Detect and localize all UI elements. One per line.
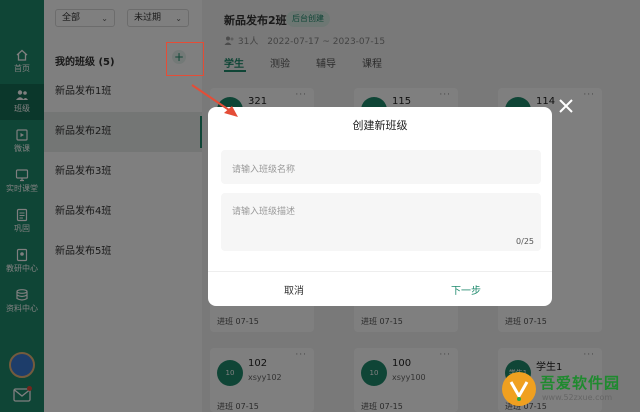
- class-description-placeholder: 请输入班级描述: [232, 207, 296, 217]
- watermark-url: www.52zxue.com: [542, 393, 613, 402]
- watermark: 吾爱软件园 www.52zxue.com: [502, 368, 638, 410]
- dialog-title: 创建新班级: [352, 119, 408, 132]
- next-step-button[interactable]: 下一步: [380, 278, 552, 306]
- create-class-dialog: 创建新班级 请输入班级名称 请输入班级描述 0/25 取消 下一步: [208, 107, 552, 306]
- watermark-name: 吾爱软件园: [540, 374, 621, 392]
- class-description-field[interactable]: 请输入班级描述 0/25: [221, 193, 541, 251]
- class-name-placeholder: 请输入班级名称: [232, 165, 296, 175]
- close-icon[interactable]: [557, 97, 575, 115]
- cancel-button[interactable]: 取消: [208, 278, 380, 306]
- dialog-divider: [208, 271, 552, 272]
- watermark-logo-icon: [502, 372, 536, 406]
- char-counter: 0/25: [516, 237, 534, 246]
- annotation-arrow-icon: [191, 84, 238, 117]
- highlight-box: [166, 42, 204, 76]
- class-name-field[interactable]: 请输入班级名称: [221, 150, 541, 184]
